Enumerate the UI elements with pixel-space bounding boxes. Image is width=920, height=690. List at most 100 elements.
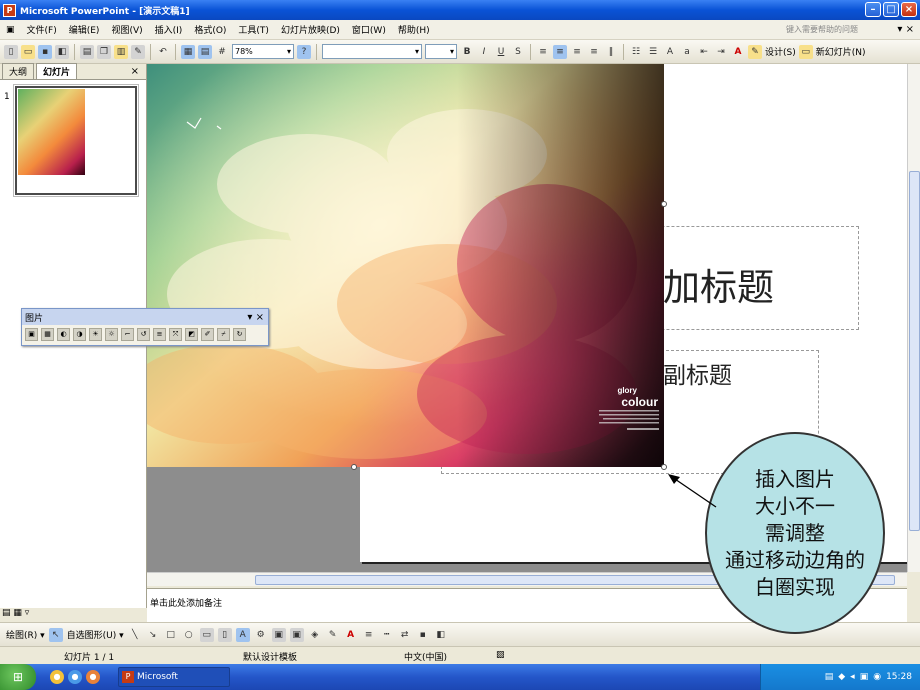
font-color-icon[interactable]: A (731, 45, 745, 59)
shadow-icon[interactable]: S (511, 45, 525, 59)
line-icon[interactable]: ╲ (128, 628, 142, 642)
start-button[interactable]: ⊞ (0, 664, 36, 690)
save-icon[interactable]: ▪ (38, 44, 52, 59)
menu-view[interactable]: 视图(V) (105, 23, 148, 36)
bullets-icon[interactable]: ☰ (646, 45, 660, 59)
taskbar-powerpoint[interactable]: Microsoft PowerPoint -... (118, 667, 230, 687)
arrow-icon[interactable]: ↘ (146, 628, 160, 642)
underline-icon[interactable]: U (494, 45, 508, 59)
tray-icon[interactable]: ▣ (860, 672, 869, 682)
diagram-icon[interactable]: ⚙ (254, 628, 268, 642)
menu-window[interactable]: 窗口(W) (346, 23, 392, 36)
oval-icon[interactable]: ○ (182, 628, 196, 642)
tab-slides[interactable]: 幻灯片 (36, 63, 78, 79)
close-button[interactable]: × (901, 2, 917, 17)
align-left-icon[interactable]: ≡ (536, 45, 550, 59)
decrease-indent-icon[interactable]: ⇤ (697, 45, 711, 59)
insert-table-icon[interactable]: ▤ (198, 44, 212, 59)
bold-icon[interactable]: B (460, 45, 474, 59)
font-name-combo[interactable] (322, 44, 422, 59)
crop-icon[interactable]: ⌐ (121, 328, 134, 341)
more-contrast-icon[interactable]: ◐ (57, 328, 70, 341)
vertical-textbox-icon[interactable]: ▯ (217, 627, 232, 642)
text-color-icon[interactable]: A (344, 628, 358, 642)
menu-tools[interactable]: 工具(T) (232, 23, 275, 36)
increase-font-icon[interactable]: A (663, 45, 677, 59)
quicklaunch-icon[interactable]: ● (68, 670, 82, 684)
paste-icon[interactable]: ▥ (114, 44, 128, 59)
doc-close-button[interactable]: ▾ × (897, 24, 914, 35)
tray-icon[interactable]: ◂ (850, 672, 855, 682)
set-transparent-icon[interactable]: ⌿ (217, 328, 230, 341)
help-search-input[interactable]: 键入需要帮助的问题 (786, 24, 858, 35)
distribute-icon[interactable]: ‖ (604, 45, 618, 59)
open-icon[interactable]: ▭ (21, 44, 35, 59)
rotate-icon[interactable]: ↺ (137, 328, 150, 341)
new-icon[interactable]: ▯ (4, 44, 18, 59)
picture-toolbar-header[interactable]: 图片 ▾ × (22, 309, 268, 325)
menu-edit[interactable]: 编辑(E) (63, 23, 106, 36)
dash-style-icon[interactable]: ┅ (380, 628, 394, 642)
menu-file[interactable]: 文件(F) (21, 23, 63, 36)
copy-icon[interactable]: ❐ (97, 44, 111, 59)
quicklaunch-icon[interactable]: ● (50, 670, 64, 684)
less-contrast-icon[interactable]: ◑ (73, 328, 86, 341)
menu-format[interactable]: 格式(O) (188, 23, 232, 36)
permission-icon[interactable]: ◧ (55, 44, 69, 59)
menu-help[interactable]: 帮助(H) (392, 23, 436, 36)
menu-insert[interactable]: 插入(I) (149, 23, 189, 36)
vertical-scroll-thumb[interactable] (909, 171, 920, 531)
new-slide-icon[interactable]: ▭ (798, 44, 813, 59)
wordart-icon[interactable]: A (235, 627, 250, 642)
new-slide-button[interactable]: 新幻灯片(N) (816, 45, 866, 58)
align-center-icon[interactable]: ≡ (553, 44, 567, 59)
picture-icon[interactable]: ▣ (289, 627, 304, 642)
align-right-icon[interactable]: ≡ (570, 45, 584, 59)
print-icon[interactable]: ▤ (80, 44, 94, 59)
color-icon[interactable]: ▦ (41, 328, 54, 341)
line-style-icon[interactable]: ≡ (362, 628, 376, 642)
less-brightness-icon[interactable]: ☼ (105, 328, 118, 341)
grid-icon[interactable]: # (215, 45, 229, 59)
format-painter-icon[interactable]: ✎ (131, 44, 145, 59)
draw-menu-button[interactable]: 绘图(R) ▾ (6, 628, 45, 641)
menu-icon[interactable]: ▣ (0, 25, 21, 35)
zoom-combo[interactable]: 78% (232, 44, 294, 59)
compress-icon[interactable]: ⤧ (169, 328, 182, 341)
format-picture-icon[interactable]: ✐ (201, 328, 214, 341)
design-button[interactable]: 设计(S) (765, 45, 796, 58)
resize-handle-bottom[interactable] (351, 464, 357, 470)
rectangle-icon[interactable]: □ (164, 628, 178, 642)
font-size-combo[interactable] (425, 44, 457, 59)
justify-icon[interactable]: ≡ (587, 45, 601, 59)
increase-indent-icon[interactable]: ⇥ (714, 45, 728, 59)
clipart-icon[interactable]: ▣ (271, 627, 286, 642)
recolor-icon[interactable]: ◩ (185, 328, 198, 341)
fill-color-icon[interactable]: ◈ (308, 628, 322, 642)
slide-thumbnail[interactable] (13, 84, 139, 197)
tray-icon[interactable]: ◉ (873, 672, 881, 682)
design-icon[interactable]: ✎ (748, 44, 762, 59)
more-brightness-icon[interactable]: ☀ (89, 328, 102, 341)
menu-slideshow[interactable]: 幻灯片放映(D) (275, 23, 346, 36)
tab-outline[interactable]: 大纲 (2, 63, 35, 79)
picture-toolbar[interactable]: 图片 ▾ × ▣ ▦ ◐ ◑ ☀ ☼ ⌐ ↺ ≡ ⤧ ◩ ✐ ⌿ ↻ (21, 308, 269, 346)
tray-icon[interactable]: ◆ (838, 672, 845, 682)
insert-chart-icon[interactable]: ▦ (181, 44, 195, 59)
textbox-icon[interactable]: ▭ (199, 627, 214, 642)
quicklaunch-icon[interactable]: ● (86, 670, 100, 684)
vertical-scrollbar[interactable] (907, 64, 920, 572)
inserted-picture[interactable]: glory colour (147, 64, 664, 467)
arrow-style-icon[interactable]: ⇄ (398, 628, 412, 642)
picture-toolbar-close[interactable]: ▾ × (247, 312, 264, 323)
minimize-button[interactable]: – (865, 2, 881, 17)
insert-picture-icon[interactable]: ▣ (25, 328, 38, 341)
select-objects-icon[interactable]: ↖ (48, 627, 63, 642)
tray-icon[interactable]: ▤ (825, 672, 834, 682)
view-buttons[interactable]: ▤ ▦ ▿ (0, 608, 147, 622)
numbering-icon[interactable]: ☷ (629, 45, 643, 59)
maximize-button[interactable]: □ (883, 2, 899, 17)
help-icon[interactable]: ? (297, 44, 311, 59)
decrease-font-icon[interactable]: a (680, 45, 694, 59)
3d-style-icon[interactable]: ◧ (434, 628, 448, 642)
